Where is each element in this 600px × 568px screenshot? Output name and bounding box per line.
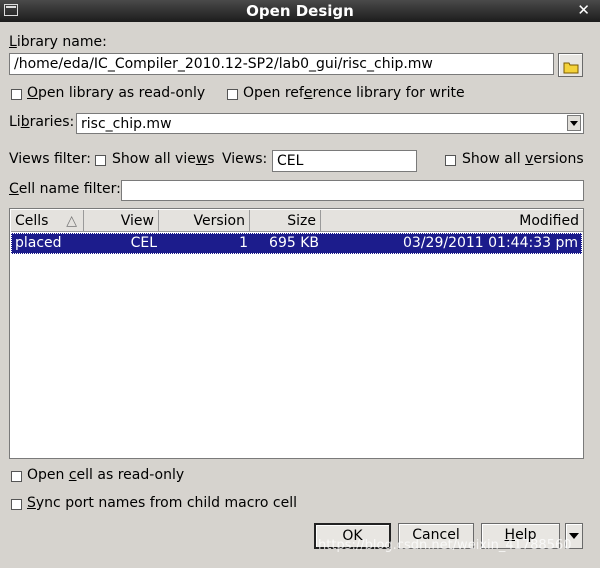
column-header-version[interactable]: Version: [159, 210, 250, 232]
open-cell-readonly-label: Open cell as read-only: [27, 467, 185, 483]
column-header-cells[interactable]: Cells △: [11, 210, 84, 232]
open-library-readonly-checkbox[interactable]: [11, 89, 22, 100]
cell-size: 695 KB: [269, 235, 319, 251]
cell-name: placed: [15, 235, 62, 251]
cell-version: 1: [239, 235, 248, 251]
window-title: Open Design: [246, 2, 354, 20]
libraries-dropdown[interactable]: risc_chip.mw: [76, 113, 584, 134]
cells-table: Cells △ View Version Size Modified place…: [9, 208, 584, 459]
cell-view: CEL: [130, 235, 157, 251]
open-reference-library-checkbox[interactable]: [227, 89, 238, 100]
watermark: https://blog.csdn.net/weixin_41788560: [318, 538, 572, 553]
show-all-views-label: Show all views: [112, 151, 215, 167]
show-all-versions-label: Show all versions: [462, 151, 584, 167]
show-all-versions-checkbox[interactable]: [445, 155, 456, 166]
views-input[interactable]: CEL: [272, 150, 417, 172]
close-icon[interactable]: ✕: [577, 1, 590, 19]
open-cell-readonly-checkbox[interactable]: [11, 471, 22, 482]
views-filter-label: Views filter:: [9, 151, 92, 167]
column-header-view[interactable]: View: [84, 210, 159, 232]
libraries-value: risc_chip.mw: [81, 116, 172, 132]
table-row[interactable]: placed CEL 1 695 KB 03/29/2011 01:44:33 …: [11, 233, 582, 254]
sync-port-names-checkbox[interactable]: [11, 499, 22, 510]
sync-port-names-label: Sync port names from child macro cell: [27, 495, 297, 511]
libraries-label: Libraries:: [9, 114, 75, 130]
views-label: Views:: [222, 151, 268, 167]
cell-name-filter-input[interactable]: [121, 180, 584, 201]
browse-library-button[interactable]: [558, 53, 583, 77]
column-header-size[interactable]: Size: [250, 210, 321, 232]
folder-icon: [563, 59, 579, 81]
open-library-readonly-label: Open library as read-only: [27, 85, 206, 101]
cell-modified: 03/29/2011 01:44:33 pm: [403, 235, 578, 251]
sort-ascending-icon: △: [66, 213, 77, 229]
title-bar: Open Design ✕: [0, 0, 600, 22]
cell-name-filter-label: Cell name filter:: [9, 181, 121, 197]
library-name-input[interactable]: /home/eda/IC_Compiler_2010.12-SP2/lab0_g…: [9, 53, 554, 75]
open-reference-library-label: Open reference library for write: [243, 85, 465, 101]
column-header-modified[interactable]: Modified: [321, 210, 583, 232]
library-name-label: Library name:: [9, 34, 107, 50]
show-all-views-checkbox[interactable]: [95, 155, 106, 166]
chevron-down-icon[interactable]: [567, 115, 581, 131]
